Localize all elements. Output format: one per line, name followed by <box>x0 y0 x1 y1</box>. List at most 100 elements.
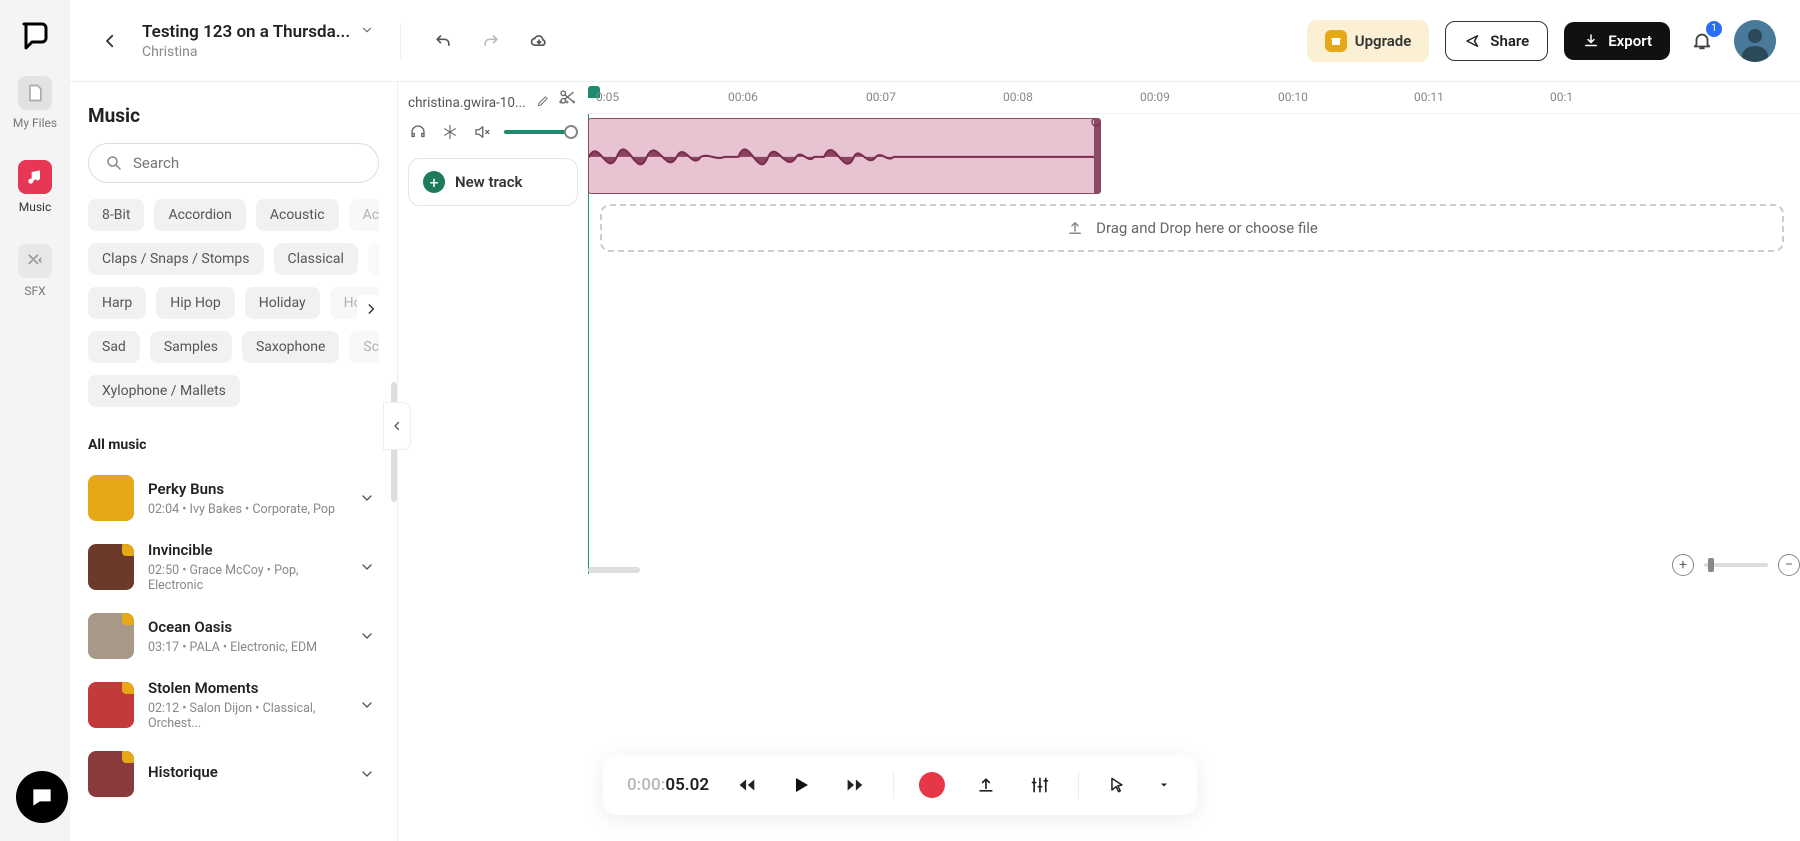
filter-tag[interactable]: Classical <box>274 243 358 275</box>
nav-my-files[interactable]: My Files <box>13 70 57 136</box>
music-title: Invincible <box>148 541 341 559</box>
mute-icon[interactable] <box>472 122 492 142</box>
zoom-in-button[interactable]: + <box>1672 554 1694 576</box>
album-art <box>88 682 134 728</box>
record-button[interactable] <box>916 769 948 801</box>
music-heading: Music <box>88 104 379 127</box>
search-input[interactable] <box>88 143 379 183</box>
track-controls-column: christina.gwira-10... ••• + New track <box>398 82 588 841</box>
filter-tag[interactable]: Claps / Snaps / Stomps <box>88 243 264 275</box>
clip-loop-icon <box>1090 118 1101 125</box>
music-title: Historique <box>148 763 341 781</box>
music-title: Perky Buns <box>148 480 341 498</box>
album-art <box>88 751 134 797</box>
music-title: Stolen Moments <box>148 679 341 697</box>
ruler-tick: 00:10 <box>1278 90 1308 104</box>
track-edit-icon[interactable] <box>536 94 550 112</box>
cloud-sync-icon[interactable] <box>523 25 555 57</box>
timeline-ruler[interactable]: 0:0500:0600:0700:0800:0900:1000:1100:1 <box>588 82 1800 114</box>
album-art <box>88 475 134 521</box>
cursor-tool-dropdown[interactable] <box>1155 769 1173 801</box>
music-item[interactable]: Ocean Oasis 03:17 • PALA • Electronic, E… <box>88 603 379 669</box>
upgrade-button[interactable]: Upgrade <box>1307 20 1430 62</box>
chevron-down-icon[interactable] <box>355 624 379 648</box>
filter-tag[interactable]: Acoustic <box>256 199 339 231</box>
search-icon <box>105 154 123 172</box>
chevron-down-icon[interactable] <box>355 693 379 717</box>
filter-tag[interactable]: Holiday <box>245 287 320 319</box>
ruler-tick: 00:07 <box>866 90 896 104</box>
tags-scroll-right[interactable] <box>357 295 385 323</box>
nav-label: Music <box>19 200 51 214</box>
project-title: Testing 123 on a Thursda... <box>142 22 350 42</box>
tag-filter-rows: 8-Bit Accordion Acoustic Acoust Claps / Snap… <box>88 199 379 419</box>
play-button[interactable] <box>785 769 817 801</box>
undo-button[interactable] <box>427 25 459 57</box>
music-item[interactable]: Invincible 02:50 • Grace McCoy • Pop, El… <box>88 531 379 603</box>
back-button[interactable] <box>94 25 126 57</box>
filter-tag[interactable]: Scary <box>349 331 379 363</box>
music-sub: 02:04 • Ivy Bakes • Corporate, Pop <box>148 502 341 517</box>
chevron-down-icon[interactable] <box>355 762 379 786</box>
music-sub: 03:17 • PALA • Electronic, EDM <box>148 640 341 655</box>
panel-collapse-button[interactable] <box>383 402 411 450</box>
cursor-tool-button[interactable] <box>1101 769 1133 801</box>
headphones-icon[interactable] <box>408 122 428 142</box>
zoom-controls: + − <box>1672 554 1800 576</box>
music-item[interactable]: Historique <box>88 741 379 807</box>
forward-button[interactable] <box>839 769 871 801</box>
scissors-icon[interactable] <box>558 88 578 108</box>
zoom-out-button[interactable]: − <box>1778 554 1800 576</box>
user-avatar[interactable] <box>1734 20 1776 62</box>
freeze-icon[interactable] <box>440 122 460 142</box>
rewind-button[interactable] <box>731 769 763 801</box>
nav-music[interactable]: Music <box>18 154 52 220</box>
volume-slider[interactable] <box>504 130 578 134</box>
filter-tag[interactable]: Acoust <box>349 199 379 231</box>
track-name: christina.gwira-10... <box>408 95 528 111</box>
nav-label: SFX <box>24 284 45 298</box>
upload-button[interactable] <box>970 769 1002 801</box>
music-item[interactable]: Stolen Moments 02:12 • Salon Dijon • Cla… <box>88 669 379 741</box>
timeline: 0:0500:0600:0700:0800:0900:1000:1100:1 <box>588 82 1800 841</box>
export-button[interactable]: Export <box>1564 22 1670 60</box>
filter-tag[interactable]: Sad <box>88 331 140 363</box>
notif-badge: 1 <box>1706 21 1722 37</box>
music-panel: Music 8-Bit Accordion Acoustic Acoust Claps … <box>70 82 398 841</box>
new-track-button[interactable]: + New track <box>408 158 578 206</box>
filter-tag[interactable]: Accordion <box>154 199 245 231</box>
ruler-tick: 00:08 <box>1003 90 1033 104</box>
filter-tag[interactable]: Xylophone / Mallets <box>88 375 240 407</box>
chevron-down-icon[interactable] <box>355 486 379 510</box>
filter-tag[interactable]: Samples <box>150 331 232 363</box>
chevron-down-icon[interactable] <box>355 555 379 579</box>
zoom-slider[interactable] <box>1704 563 1768 567</box>
project-author: Christina <box>142 44 374 60</box>
drop-zone[interactable]: Drag and Drop here or choose file <box>600 204 1784 252</box>
filter-tag[interactable]: Hip Hop <box>156 287 235 319</box>
album-art <box>88 613 134 659</box>
mixer-button[interactable] <box>1024 769 1056 801</box>
share-button[interactable]: Share <box>1445 21 1548 61</box>
gift-icon <box>1325 30 1347 52</box>
clip-resize-handle[interactable] <box>1094 119 1100 193</box>
music-list: Perky Buns 02:04 • Ivy Bakes • Corporate… <box>88 465 379 841</box>
album-art <box>88 544 134 590</box>
timeline-scrollbar[interactable] <box>588 564 1680 574</box>
audio-clip[interactable] <box>588 118 1101 194</box>
title-dropdown[interactable] <box>360 22 374 41</box>
filter-tag[interactable]: Harp <box>88 287 146 319</box>
filter-tag[interactable]: 8-Bit <box>88 199 144 231</box>
share-icon <box>1464 32 1482 50</box>
music-sub: 02:12 • Salon Dijon • Classical, Orchest… <box>148 701 341 731</box>
filter-tag[interactable]: Clas <box>368 243 379 275</box>
music-sub: 02:50 • Grace McCoy • Pop, Electronic <box>148 563 341 593</box>
timecode: 0:00:05.02 <box>627 775 709 795</box>
nav-sfx[interactable]: SFX <box>18 238 52 304</box>
redo-button[interactable] <box>475 25 507 57</box>
filter-tag[interactable]: Saxophone <box>242 331 339 363</box>
app-logo <box>18 18 52 52</box>
notifications-button[interactable]: 1 <box>1686 25 1718 57</box>
music-item[interactable]: Perky Buns 02:04 • Ivy Bakes • Corporate… <box>88 465 379 531</box>
chat-support-button[interactable] <box>16 771 68 823</box>
